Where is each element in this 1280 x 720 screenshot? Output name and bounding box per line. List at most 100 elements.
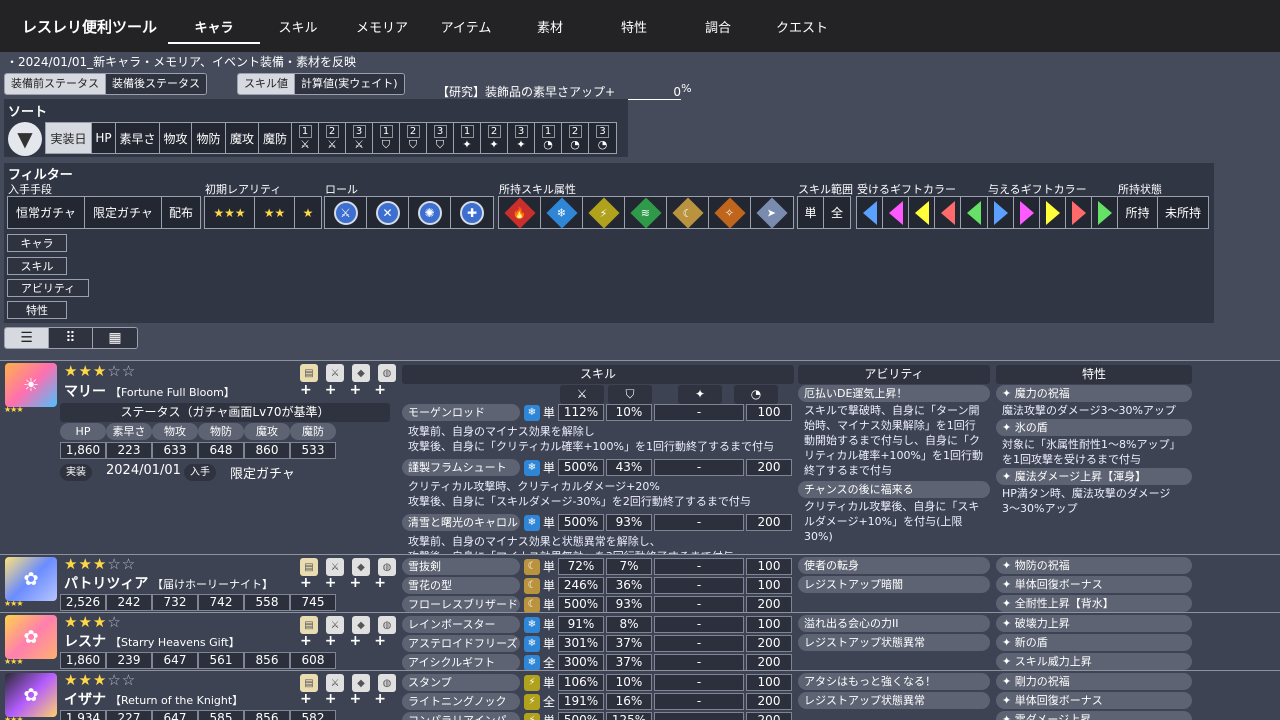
skill-entry: 雪花の型 ☾ 単 246% 36% -100 [402,576,794,595]
add-accessory-button[interactable]: + [374,633,386,649]
slash-icon: ☾ [524,577,540,594]
sort-impl-date[interactable]: 実装日 [46,123,92,153]
sort-pdef[interactable]: 物防 [192,123,226,153]
tab-trait[interactable]: 特性 [592,0,676,52]
chara-search-button[interactable]: キャラ [7,234,67,252]
sort-skill2-damage[interactable]: 2 ✦ [481,123,508,153]
add-weapon-button[interactable]: + [325,575,337,591]
filter-recv-red[interactable] [935,197,961,228]
small-grid-view-icon[interactable]: ⠿ [49,328,93,348]
sparkle-icon: ✦ [516,138,526,151]
filter-owned[interactable]: 所持 [1118,197,1158,228]
filter-role-supporter[interactable]: ✚ [451,197,493,228]
filter-give-blue[interactable] [988,197,1014,228]
sort-skill3-break[interactable]: 3 ⛉ [427,123,454,153]
filter-1star[interactable]: ★ [295,197,321,228]
filter-give-red[interactable] [1066,197,1092,228]
sort-skill2-break[interactable]: 2 ⛉ [400,123,427,153]
add-armor-button[interactable]: + [349,691,361,707]
sort-matk[interactable]: 魔攻 [226,123,259,153]
sort-speed[interactable]: 素早さ [116,123,160,153]
tab-item[interactable]: アイテム [424,0,508,52]
sort-skill1-power[interactable]: 1 ⚔ [292,123,319,153]
filter-recv-pink[interactable] [883,197,909,228]
filter-3star[interactable]: ★★★ [205,197,255,228]
skill-break: 43% [606,459,652,476]
skill-value-button[interactable]: スキル値 [238,74,295,94]
trait-search-button[interactable]: 特性 [7,301,67,319]
filter-fire[interactable]: 🔥 [499,196,541,229]
tab-quest[interactable]: クエスト [760,0,844,52]
skill-search-button[interactable]: スキル [7,257,67,275]
skill-slot-number: 2 [325,125,339,138]
filter-give-green[interactable] [1092,197,1118,228]
chara-row[interactable]: ✿ ★★★ ★★★☆☆ イザナ 【Return of the Knight】 ▤… [0,671,1280,720]
sort-mdef[interactable]: 魔防 [259,123,292,153]
before-equip-status-button[interactable]: 装備前ステータス [5,74,106,94]
filter-recv-green[interactable] [961,197,987,228]
filter-not-owned[interactable]: 未所持 [1158,197,1208,228]
sort-skill2-wait[interactable]: 2 ◔ [562,123,589,153]
acquisition-filter: 恒常ガチャ 限定ガチャ 配布 [7,196,201,229]
add-weapon-button[interactable]: + [325,633,337,649]
filter-limited-gacha[interactable]: 限定ガチャ [85,197,162,228]
tab-material[interactable]: 素材 [508,0,592,52]
sort-skill2-power[interactable]: 2 ⚔ [319,123,346,153]
filter-pierce[interactable]: ➤ [751,196,793,229]
sort-skill1-wait[interactable]: 1 ◔ [535,123,562,153]
sort-skill3-damage[interactable]: 3 ✦ [508,123,535,153]
calc-value-button[interactable]: 計算値(実ウェイト) [295,74,404,94]
tab-skill[interactable]: スキル [256,0,340,52]
filter-role-defender[interactable]: ✺ [409,197,451,228]
grid-view-icon[interactable]: ▦ [93,328,137,348]
add-memoria-button[interactable]: + [300,691,312,707]
filter-wind[interactable]: ≋ [625,196,667,229]
add-armor-button[interactable]: + [349,382,361,398]
filter-give-pink[interactable] [1014,197,1040,228]
sort-patk[interactable]: 物攻 [160,123,192,153]
sort-skill3-wait[interactable]: 3 ◔ [589,123,616,153]
add-memoria-button[interactable]: + [300,575,312,591]
list-view-icon[interactable]: ☰ [5,328,49,348]
filter-ice[interactable]: ❄ [541,196,583,229]
filter-2star[interactable]: ★★ [255,197,295,228]
ability-search-button[interactable]: アビリティ [7,279,89,297]
filter-role-attacker[interactable]: ⚔ [325,197,367,228]
filter-slash[interactable]: ☾ [667,196,709,229]
sort-skill1-damage[interactable]: 1 ✦ [454,123,481,153]
add-armor-button[interactable]: + [349,575,361,591]
tab-synthesis[interactable]: 調合 [676,0,760,52]
filter-single[interactable]: 単 [798,197,824,228]
tab-chara[interactable]: キャラ [168,0,260,52]
filter-all[interactable]: 全 [824,197,850,228]
add-accessory-button[interactable]: + [374,575,386,591]
sort-hp[interactable]: HP [92,123,116,153]
filter-recv-blue[interactable] [857,197,883,228]
add-memoria-button[interactable]: + [300,633,312,649]
ice-icon: ❄ [524,635,540,652]
research-input[interactable]: 0 [615,85,682,100]
trait-icon: ✦ [1002,470,1015,483]
sort-skill1-break[interactable]: 1 ⛉ [373,123,400,153]
filter-distribution[interactable]: 配布 [162,197,200,228]
tab-memoria[interactable]: メモリア [340,0,424,52]
stat-speed: 227 [106,710,152,720]
add-accessory-button[interactable]: + [374,382,386,398]
chara-row[interactable]: ✿ ★★★ ★★★☆☆ パトリツィア 【届けホーリーナイト】 ▤ ⚔ ◆ ◍ +… [0,555,1280,613]
sort-order-toggle[interactable]: ▼ [8,122,42,156]
add-memoria-button[interactable]: + [300,382,312,398]
filter-strike[interactable]: ✧ [709,196,751,229]
after-equip-status-button[interactable]: 装備後ステータス [106,74,206,94]
chara-row-marie[interactable]: ☀ ★★★ ★★★☆☆ マリー 【Fortune Full Bloom】 ▤ ⚔… [0,361,1280,563]
add-armor-button[interactable]: + [349,633,361,649]
filter-give-yellow[interactable] [1040,197,1066,228]
filter-standard-gacha[interactable]: 恒常ガチャ [8,197,85,228]
filter-thunder[interactable]: ⚡ [583,196,625,229]
filter-recv-yellow[interactable] [909,197,935,228]
add-accessory-button[interactable]: + [374,691,386,707]
chara-row[interactable]: ✿ ★★★ ★★★☆ レスナ 【Starry Heavens Gift】 ▤ ⚔… [0,613,1280,671]
add-weapon-button[interactable]: + [325,382,337,398]
filter-role-breaker[interactable]: ✕ [367,197,409,228]
sort-skill3-power[interactable]: 3 ⚔ [346,123,373,153]
add-weapon-button[interactable]: + [325,691,337,707]
